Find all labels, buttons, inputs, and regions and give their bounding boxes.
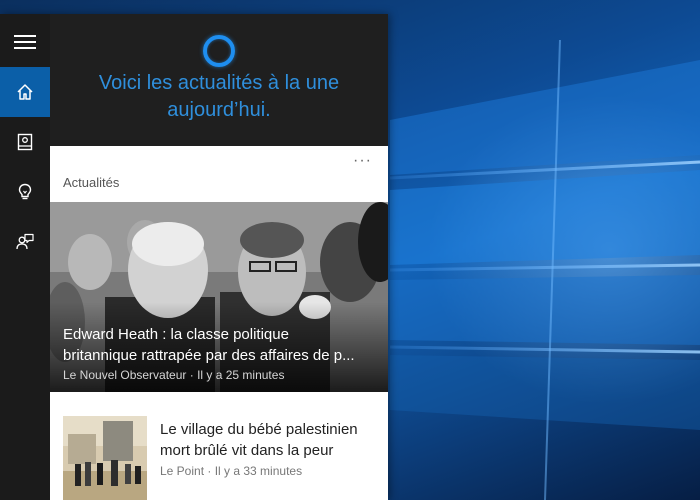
- headline-title-line-1: Edward Heath : la classe politique: [63, 326, 289, 343]
- news-item-title: Le village du bébé palestinien mort brûl…: [160, 421, 358, 459]
- news-item-source: Le Point · Il y a 33 minutes: [160, 464, 303, 478]
- feedback-icon: [16, 233, 34, 250]
- headline-title-line-2: britannique rattrapée par des affaires d…: [63, 347, 355, 364]
- cortana-ring-icon: [203, 35, 235, 67]
- cortana-greeting: Voici les actualités à la une aujourd’hu…: [70, 70, 368, 124]
- cortana-nav-rail: [0, 14, 50, 500]
- rail-item-feedback[interactable]: [0, 217, 50, 267]
- hamburger-icon: [14, 35, 36, 49]
- news-list-item[interactable]: Le village du bébé palestinien mort brûl…: [50, 404, 388, 500]
- headline-title: Edward Heath : la classe politique brita…: [63, 324, 381, 366]
- news-card: ··· Actualités Edward Heath: la classe …: [50, 146, 388, 500]
- hamburger-menu-button[interactable]: [0, 17, 50, 67]
- rail-item-home[interactable]: [0, 67, 50, 117]
- cortana-content: Voici les actualités à la une aujourd’hu…: [50, 14, 388, 500]
- news-item-thumbnail: [63, 416, 147, 500]
- more-options-button[interactable]: ···: [353, 152, 372, 170]
- notebook-icon: [17, 133, 33, 151]
- news-card-title: Actualités: [63, 175, 120, 190]
- headline-story[interactable]: Edward Heath : la classe politique brita…: [50, 202, 388, 392]
- greeting-line-1: Voici les actualités à la une: [98, 72, 340, 94]
- cortana-header: Voici les actualités à la une aujourd’hu…: [50, 14, 388, 146]
- home-icon: [17, 84, 33, 100]
- rail-item-notebook[interactable]: [0, 117, 50, 167]
- rail-item-tips[interactable]: [0, 167, 50, 217]
- news-item-photo: [63, 416, 147, 500]
- cortana-panel: Voici les actualités à la une aujourd’hu…: [0, 14, 388, 500]
- headline-source: Le Nouvel Observateur · Il y a 25 minute…: [63, 368, 285, 382]
- greeting-line-2: aujourd’hui.: [167, 99, 271, 121]
- lightbulb-icon: [18, 183, 32, 200]
